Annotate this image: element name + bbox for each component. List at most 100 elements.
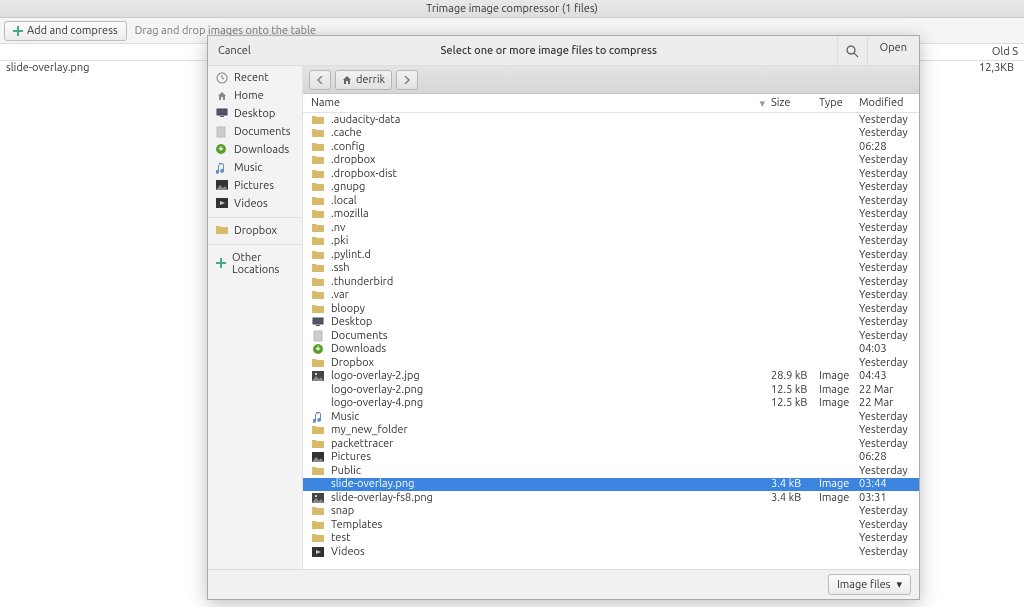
filter-label: Image files (837, 579, 890, 591)
file-row[interactable]: PublicYesterday (303, 464, 919, 478)
file-row[interactable]: .nvYesterday (303, 221, 919, 235)
dialog-footer: Image files ▾ (208, 569, 919, 599)
open-button[interactable]: Open (867, 36, 919, 66)
file-row[interactable]: logo-overlay-4.png12.5 kBImage22 Mar (303, 397, 919, 411)
sidebar-item-downloads[interactable]: Downloads (208, 141, 302, 159)
add-compress-button[interactable]: Add and compress (4, 21, 127, 41)
image-blank-icon (311, 478, 325, 490)
sidebar-item-label: Music (234, 162, 262, 174)
image-blank-icon (311, 384, 325, 396)
file-row[interactable]: .sshYesterday (303, 262, 919, 276)
file-row[interactable]: Pictures06:28 (303, 451, 919, 465)
col-type[interactable]: Type (819, 97, 859, 109)
file-name: .thunderbird (331, 276, 771, 288)
file-row[interactable]: .cacheYesterday (303, 127, 919, 141)
file-row[interactable]: VideosYesterday (303, 545, 919, 559)
doc-icon (311, 330, 325, 342)
home-icon (216, 90, 228, 102)
file-row[interactable]: slide-overlay-fs8.png3.4 kBImage03:31 (303, 491, 919, 505)
file-name: .dropbox (331, 154, 771, 166)
file-name: .mozilla (331, 208, 771, 220)
search-icon (845, 44, 859, 58)
file-modified: Yesterday (859, 114, 919, 126)
file-name: .gnupg (331, 181, 771, 193)
file-row[interactable]: testYesterday (303, 532, 919, 546)
cancel-button[interactable]: Cancel (208, 39, 261, 63)
file-row[interactable]: logo-overlay-2.jpg28.9 kBImage04:43 (303, 370, 919, 384)
file-row[interactable]: .pkiYesterday (303, 235, 919, 249)
file-row[interactable]: .dropbox-distYesterday (303, 167, 919, 181)
file-row[interactable]: .localYesterday (303, 194, 919, 208)
folder-icon (311, 222, 325, 234)
file-row[interactable]: Downloads04:03 (303, 343, 919, 357)
file-name: Desktop (331, 316, 771, 328)
col-size[interactable]: Size (771, 97, 819, 109)
sidebar-item-dropbox[interactable]: Dropbox (208, 222, 302, 240)
file-modified: Yesterday (859, 249, 919, 261)
sidebar-item-label: Recent (234, 72, 269, 84)
folder-icon (311, 181, 325, 193)
sidebar-item-music[interactable]: Music (208, 159, 302, 177)
file-row[interactable]: my_new_folderYesterday (303, 424, 919, 438)
file-row[interactable]: DocumentsYesterday (303, 329, 919, 343)
sidebar-item-desktop[interactable]: Desktop (208, 105, 302, 123)
file-type: Image (819, 370, 859, 382)
search-button[interactable] (837, 36, 867, 66)
file-area[interactable]: .audacity-dataYesterday.cacheYesterday.c… (303, 113, 919, 569)
sidebar-item-other-locations[interactable]: Other Locations (208, 249, 302, 279)
file-modified: Yesterday (859, 262, 919, 274)
file-columns: Name▾ Size Type Modified (303, 94, 919, 113)
file-row[interactable]: .varYesterday (303, 289, 919, 303)
file-row[interactable]: packettracerYesterday (303, 437, 919, 451)
file-modified: 03:44 (859, 478, 919, 490)
file-modified: Yesterday (859, 127, 919, 139)
sidebar-item-label: Dropbox (234, 225, 277, 237)
file-row[interactable]: logo-overlay-2.png12.5 kBImage22 Mar (303, 383, 919, 397)
chevron-left-icon (316, 76, 324, 84)
file-row[interactable]: .config06:28 (303, 140, 919, 154)
desktop-icon (216, 108, 228, 120)
file-row[interactable]: .mozillaYesterday (303, 208, 919, 222)
path-back-button[interactable] (309, 70, 331, 90)
folder-icon (311, 127, 325, 139)
file-row[interactable]: .gnupg Yesterday (303, 181, 919, 195)
col-modified[interactable]: Modified (859, 97, 919, 109)
file-row[interactable]: DesktopYesterday (303, 316, 919, 330)
sidebar-item-documents[interactable]: Documents (208, 123, 302, 141)
file-modified: Yesterday (859, 276, 919, 288)
file-size: 3.4 kB (771, 478, 819, 490)
file-row[interactable]: .pylint.dYesterday (303, 248, 919, 262)
col-oldsize[interactable]: Old S (954, 46, 1024, 58)
file-name: logo-overlay-2.jpg (331, 370, 771, 382)
file-row[interactable]: MusicYesterday (303, 410, 919, 424)
file-row[interactable]: TemplatesYesterday (303, 518, 919, 532)
file-name: Dropbox (331, 357, 771, 369)
sidebar-item-home[interactable]: Home (208, 87, 302, 105)
file-name: Music (331, 411, 771, 423)
file-row[interactable]: .audacity-dataYesterday (303, 113, 919, 127)
col-name[interactable]: Name▾ (303, 97, 771, 110)
file-row[interactable]: slide-overlay.png3.4 kBImage03:44 (303, 478, 919, 492)
file-modified: Yesterday (859, 505, 919, 517)
file-row[interactable]: .dropboxYesterday (303, 154, 919, 168)
file-row[interactable]: bloopyYesterday (303, 302, 919, 316)
sidebar-item-videos[interactable]: Videos (208, 195, 302, 213)
file-modified: 22 Mar (859, 384, 919, 396)
folder-icon (311, 262, 325, 274)
path-home-button[interactable]: derrik (335, 70, 392, 90)
sort-indicator-icon: ▾ (759, 97, 765, 110)
file-row[interactable]: DropboxYesterday (303, 356, 919, 370)
file-name: .dropbox-dist (331, 168, 771, 180)
sidebar-item-label: Videos (234, 198, 268, 210)
file-size: 12.5 kB (771, 397, 819, 409)
file-name: Downloads (331, 343, 771, 355)
file-modified: Yesterday (859, 181, 919, 193)
sidebar-item-recent[interactable]: Recent (208, 69, 302, 87)
image-icon (311, 370, 325, 382)
file-row[interactable]: snapYesterday (303, 505, 919, 519)
file-filter-dropdown[interactable]: Image files ▾ (828, 574, 911, 595)
sidebar-item-pictures[interactable]: Pictures (208, 177, 302, 195)
clock-icon (216, 72, 228, 84)
file-row[interactable]: .thunderbird Yesterday (303, 275, 919, 289)
path-forward-button[interactable] (396, 70, 418, 90)
